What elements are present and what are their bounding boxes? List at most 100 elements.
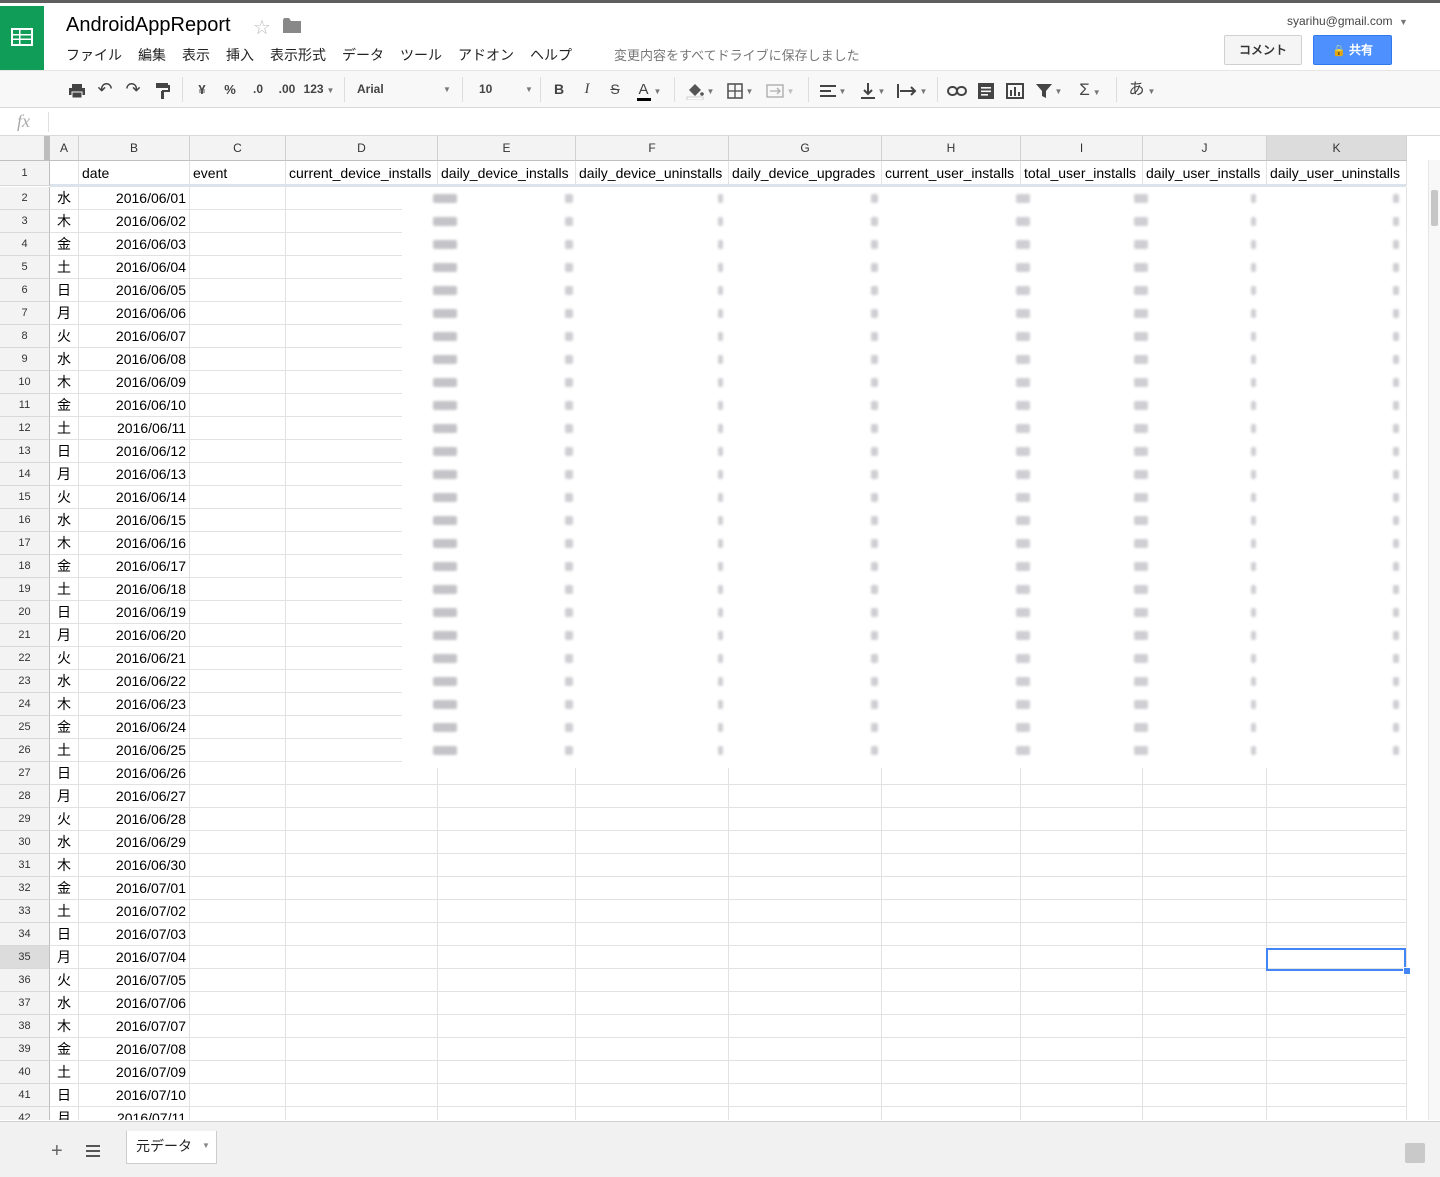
grid-cell[interactable] <box>882 946 1021 969</box>
weekday-cell[interactable]: 火 <box>50 647 79 670</box>
date-cell[interactable]: 2016/07/09 <box>79 1061 190 1084</box>
row-header[interactable]: 30 <box>0 831 50 854</box>
grid-cell[interactable] <box>190 808 286 831</box>
grid-cell[interactable] <box>1143 854 1267 877</box>
grid-cell[interactable] <box>190 739 286 762</box>
date-cell[interactable]: 2016/06/08 <box>79 348 190 371</box>
row-header[interactable]: 33 <box>0 900 50 923</box>
row-header[interactable]: 28 <box>0 785 50 808</box>
row-header[interactable]: 38 <box>0 1015 50 1038</box>
grid-cell[interactable] <box>190 532 286 555</box>
menu-item[interactable]: ヘルプ <box>522 45 580 67</box>
text-color-button[interactable]: A ▼ <box>631 71 667 108</box>
row-header[interactable]: 21 <box>0 624 50 647</box>
grid-cell[interactable] <box>1143 923 1267 946</box>
grid-cell[interactable] <box>190 785 286 808</box>
grid-cell[interactable] <box>1021 877 1143 900</box>
grid-cell[interactable] <box>729 1061 882 1084</box>
weekday-cell[interactable]: 水 <box>50 509 79 532</box>
grid-cell[interactable] <box>1021 900 1143 923</box>
star-icon[interactable]: ☆ <box>253 15 271 40</box>
date-cell[interactable]: 2016/07/08 <box>79 1038 190 1061</box>
grid-cell[interactable] <box>438 1038 576 1061</box>
grid-cell[interactable] <box>1267 877 1407 900</box>
grid-cell[interactable] <box>1143 946 1267 969</box>
row-header[interactable]: 16 <box>0 509 50 532</box>
grid-cell[interactable] <box>576 1084 729 1107</box>
freeze-handle[interactable] <box>44 136 49 160</box>
weekday-cell[interactable]: 木 <box>50 693 79 716</box>
grid-cell[interactable] <box>1021 1061 1143 1084</box>
text-wrapping-button[interactable]: ▼ <box>893 71 931 108</box>
date-cell[interactable]: 2016/07/10 <box>79 1084 190 1107</box>
grid-cell[interactable] <box>729 808 882 831</box>
undo-icon[interactable]: ↶ <box>94 71 116 108</box>
grid-cell[interactable] <box>286 1084 438 1107</box>
row-header[interactable]: 39 <box>0 1038 50 1061</box>
date-cell[interactable]: 2016/06/22 <box>79 670 190 693</box>
weekday-cell[interactable]: 木 <box>50 532 79 555</box>
grid-cell[interactable] <box>190 578 286 601</box>
grid-cell[interactable] <box>1267 923 1407 946</box>
row-header[interactable]: 27 <box>0 762 50 785</box>
row-header[interactable]: 35 <box>0 946 50 969</box>
grid-cell[interactable] <box>729 785 882 808</box>
date-cell[interactable]: 2016/06/10 <box>79 394 190 417</box>
decrease-decimal-button[interactable]: .0 <box>246 71 270 108</box>
date-cell[interactable]: 2016/06/11 <box>79 417 190 440</box>
italic-button[interactable]: I <box>577 71 597 108</box>
date-cell[interactable]: 2016/06/28 <box>79 808 190 831</box>
grid-cell[interactable] <box>190 302 286 325</box>
weekday-cell[interactable]: 月 <box>50 785 79 808</box>
column-header[interactable]: E <box>438 136 576 161</box>
grid-cell[interactable] <box>438 923 576 946</box>
weekday-cell[interactable]: 土 <box>50 900 79 923</box>
grid-cell[interactable] <box>190 325 286 348</box>
weekday-cell[interactable]: 水 <box>50 187 79 210</box>
comment-button[interactable]: コメント <box>1224 35 1302 65</box>
menu-item[interactable]: アドオン <box>450 45 522 67</box>
row-header[interactable]: 23 <box>0 670 50 693</box>
row-header[interactable]: 1 <box>0 161 50 186</box>
grid-cell[interactable] <box>190 463 286 486</box>
currency-format-button[interactable]: ¥ <box>192 71 212 108</box>
grid-cell[interactable] <box>190 256 286 279</box>
functions-button[interactable]: Σ ▼ <box>1072 71 1108 108</box>
column-header[interactable]: I <box>1021 136 1143 161</box>
date-cell[interactable]: 2016/06/29 <box>79 831 190 854</box>
grid-cell[interactable] <box>190 233 286 256</box>
row-header[interactable]: 14 <box>0 463 50 486</box>
grid-cell[interactable] <box>190 1084 286 1107</box>
grid-cell[interactable] <box>286 854 438 877</box>
spreadsheet-grid[interactable]: ABCDEFGHIJK 1 date event current_device_ins… <box>0 136 1428 1120</box>
grid-cell[interactable] <box>190 440 286 463</box>
grid-cell[interactable] <box>729 992 882 1015</box>
row-header[interactable]: 6 <box>0 279 50 302</box>
grid-cell[interactable] <box>190 486 286 509</box>
column-header[interactable]: A <box>50 136 79 161</box>
date-cell[interactable]: 2016/07/03 <box>79 923 190 946</box>
grid-cell[interactable] <box>729 946 882 969</box>
grid-cell[interactable] <box>438 1015 576 1038</box>
grid-cell[interactable] <box>438 785 576 808</box>
row-header[interactable]: 4 <box>0 233 50 256</box>
folder-icon[interactable] <box>283 18 301 38</box>
bold-button[interactable]: B <box>549 71 569 108</box>
menu-item[interactable]: 挿入 <box>218 45 262 67</box>
grid-cell[interactable] <box>286 785 438 808</box>
row-header[interactable]: 13 <box>0 440 50 463</box>
row-header[interactable]: 31 <box>0 854 50 877</box>
grid-cell[interactable] <box>882 1038 1021 1061</box>
grid-cell[interactable] <box>729 831 882 854</box>
grid-cell[interactable] <box>882 969 1021 992</box>
grid-cell[interactable] <box>286 808 438 831</box>
grid-cell[interactable] <box>190 601 286 624</box>
weekday-cell[interactable]: 火 <box>50 808 79 831</box>
row-header[interactable]: 42 <box>0 1107 50 1120</box>
grid-cell[interactable] <box>882 785 1021 808</box>
weekday-cell[interactable]: 金 <box>50 877 79 900</box>
date-cell[interactable]: 2016/07/11 <box>79 1107 190 1120</box>
grid-cell[interactable] <box>190 348 286 371</box>
grid-cell[interactable] <box>286 1107 438 1120</box>
grid-cell[interactable] <box>190 647 286 670</box>
